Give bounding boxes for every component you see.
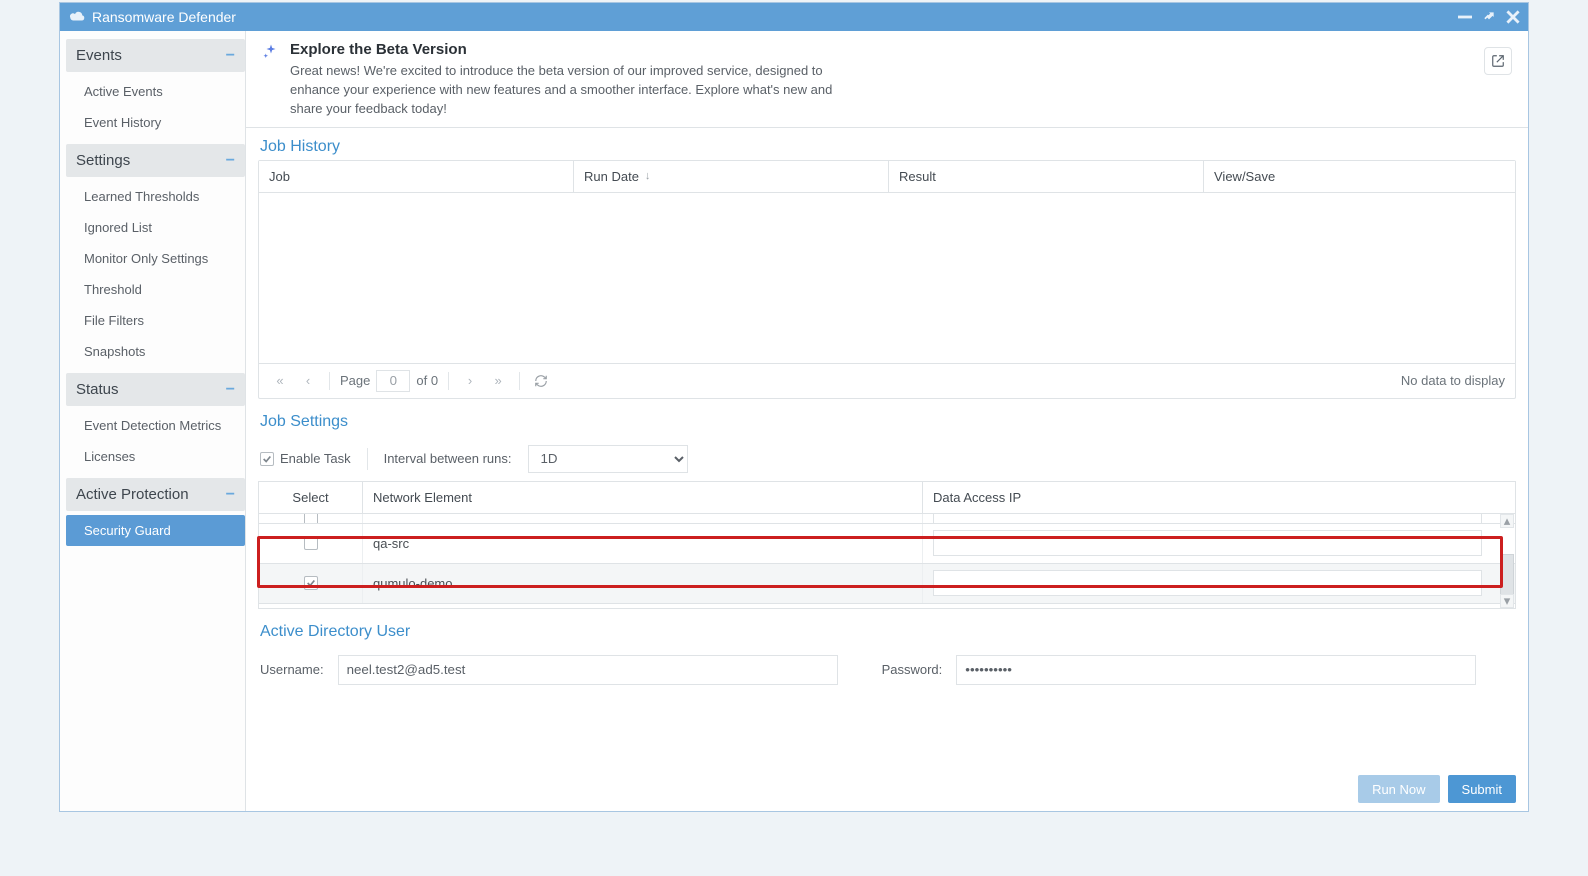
network-element-grid: Select Network Element Data Access IP: [258, 481, 1516, 609]
row-name: qa-src: [363, 524, 923, 563]
col-network-element[interactable]: Network Element: [363, 482, 923, 513]
submit-button[interactable]: Submit: [1448, 775, 1516, 803]
row-ip-input[interactable]: [933, 570, 1482, 596]
nav-file-filters[interactable]: File Filters: [66, 305, 245, 336]
job-history-title: Job History: [258, 134, 1516, 160]
window-title: Ransomware Defender: [92, 9, 1458, 25]
checkbox-icon: [260, 452, 274, 466]
main-panel: Explore the Beta Version Great news! We'…: [246, 31, 1528, 811]
nav-event-detection-metrics[interactable]: Event Detection Metrics: [66, 410, 245, 441]
sort-desc-icon: ↓: [645, 170, 651, 182]
window-close-icon[interactable]: [1506, 10, 1520, 24]
nav-security-guard[interactable]: Security Guard: [66, 515, 245, 546]
nav-group-label: Active Protection: [76, 486, 189, 503]
pager-page-input[interactable]: [376, 370, 410, 392]
username-input[interactable]: [338, 655, 838, 685]
nav-snapshots[interactable]: Snapshots: [66, 336, 245, 367]
interval-label: Interval between runs:: [384, 451, 512, 466]
sidebar: Events − Active Events Event History Set…: [60, 31, 246, 811]
row-ip-input[interactable]: [933, 530, 1482, 556]
nav-group-label: Events: [76, 47, 122, 64]
enable-task-checkbox[interactable]: Enable Task: [260, 451, 351, 466]
collapse-icon: −: [226, 487, 235, 503]
nav-monitor-only[interactable]: Monitor Only Settings: [66, 243, 245, 274]
password-label: Password:: [882, 662, 943, 677]
col-data-access-ip[interactable]: Data Access IP: [923, 482, 1515, 513]
pager-last-icon[interactable]: »: [487, 370, 509, 392]
pager-refresh-icon[interactable]: [530, 370, 552, 392]
col-run-date[interactable]: Run Date ↓: [574, 161, 889, 192]
nav-group-events[interactable]: Events −: [66, 39, 245, 72]
col-select[interactable]: Select: [259, 482, 363, 513]
ad-user-title: Active Directory User: [258, 619, 1516, 645]
nav-group-settings[interactable]: Settings −: [66, 144, 245, 177]
sparkle-icon: [262, 43, 280, 64]
pager-of-label: of 0: [416, 373, 438, 388]
table-row[interactable]: qumulo-demo: [259, 564, 1515, 604]
app-window: Ransomware Defender Events − Active Even…: [59, 2, 1529, 812]
pager-first-icon[interactable]: «: [269, 370, 291, 392]
scroll-up-icon[interactable]: ▴: [1500, 514, 1514, 528]
table-row[interactable]: qa-src: [259, 524, 1515, 564]
window-minimize-icon[interactable]: [1458, 10, 1472, 24]
nav-learned-thresholds[interactable]: Learned Thresholds: [66, 181, 245, 212]
pager-empty-text: No data to display: [1401, 373, 1505, 388]
nav-group-label: Settings: [76, 152, 130, 169]
nav-event-history[interactable]: Event History: [66, 107, 245, 138]
nav-threshold[interactable]: Threshold: [66, 274, 245, 305]
enable-task-label: Enable Task: [280, 451, 351, 466]
collapse-icon: −: [226, 153, 235, 169]
row-name: [363, 514, 923, 523]
collapse-icon: −: [226, 48, 235, 64]
open-external-button[interactable]: [1484, 47, 1512, 75]
row-checkbox[interactable]: [304, 536, 318, 550]
window-titlebar: Ransomware Defender: [60, 3, 1528, 31]
job-settings-title: Job Settings: [258, 409, 1516, 435]
nav-ignored-list[interactable]: Ignored List: [66, 212, 245, 243]
username-label: Username:: [260, 662, 324, 677]
run-now-button[interactable]: Run Now: [1358, 775, 1439, 803]
job-history-pager: « ‹ Page of 0 › » No data to displa: [259, 363, 1515, 398]
nav-group-active-protection[interactable]: Active Protection −: [66, 478, 245, 511]
beta-banner: Explore the Beta Version Great news! We'…: [246, 31, 1528, 128]
scrollbar-thumb[interactable]: [1500, 554, 1514, 598]
pager-next-icon[interactable]: ›: [459, 370, 481, 392]
password-input[interactable]: [956, 655, 1476, 685]
vertical-divider: [367, 448, 368, 470]
scroll-down-icon[interactable]: ▾: [1500, 594, 1514, 608]
row-checkbox[interactable]: [304, 576, 318, 590]
col-result[interactable]: Result: [889, 161, 1204, 192]
row-ip-input[interactable]: [933, 514, 1482, 524]
pager-prev-icon[interactable]: ‹: [297, 370, 319, 392]
table-row: [259, 514, 1515, 524]
nav-group-status[interactable]: Status −: [66, 373, 245, 406]
row-name: qumulo-demo: [363, 564, 923, 603]
job-history-body: [259, 193, 1515, 363]
nav-group-label: Status: [76, 381, 119, 398]
banner-description: Great news! We're excited to introduce t…: [290, 62, 850, 119]
banner-title: Explore the Beta Version: [290, 41, 850, 58]
col-job[interactable]: Job: [259, 161, 574, 192]
nav-active-events[interactable]: Active Events: [66, 76, 245, 107]
col-view-save[interactable]: View/Save: [1204, 161, 1515, 192]
collapse-icon: −: [226, 382, 235, 398]
app-icon: [68, 9, 86, 26]
nav-licenses[interactable]: Licenses: [66, 441, 245, 472]
pager-page-label: Page: [340, 373, 370, 388]
job-history-grid: Job Run Date ↓ Result View/Save « ‹ Page: [258, 160, 1516, 399]
window-maximize-icon[interactable]: [1482, 10, 1496, 24]
interval-select[interactable]: 1D: [528, 445, 688, 473]
row-checkbox[interactable]: [304, 514, 318, 524]
